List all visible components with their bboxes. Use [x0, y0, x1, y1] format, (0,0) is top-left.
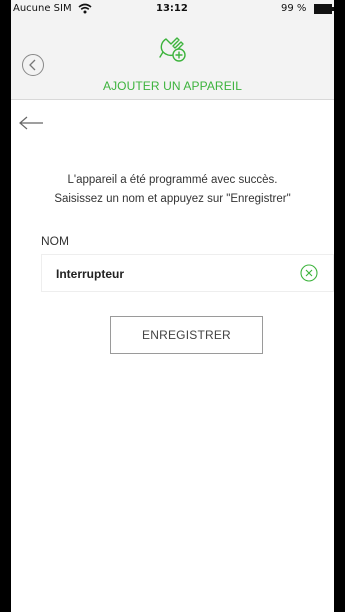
wifi-icon	[78, 3, 92, 14]
name-field-label: NOM	[41, 234, 69, 248]
chevron-left-icon	[29, 59, 36, 71]
header: Aucune SIM 13:12 99 % AJOUTER UN APPAREI…	[11, 0, 334, 100]
success-message-line1: L'appareil a été programmé avec succès.	[67, 174, 278, 186]
clear-circle-icon[interactable]	[300, 264, 318, 282]
screen-edge-right	[334, 0, 345, 612]
name-field-value[interactable]: Interrupteur	[56, 267, 124, 281]
save-button[interactable]: ENREGISTRER	[110, 316, 263, 354]
device-frame: Aucune SIM 13:12 99 % AJOUTER UN APPAREI…	[0, 0, 345, 612]
battery-percentage: 99 %	[281, 3, 307, 14]
screen-edge-left	[0, 0, 11, 612]
status-time: 13:12	[156, 3, 188, 14]
status-bar: Aucune SIM 13:12 99 %	[11, 0, 334, 18]
page-title: AJOUTER UN APPAREIL	[102, 79, 243, 93]
header-back-button[interactable]	[22, 54, 44, 76]
plug-add-icon	[159, 37, 186, 62]
carrier-label: Aucune SIM	[13, 3, 72, 14]
name-field[interactable]: Interrupteur	[41, 254, 334, 292]
success-message: L'appareil a été programmé avec succès. …	[11, 171, 334, 209]
app-screen: Aucune SIM 13:12 99 % AJOUTER UN APPAREI…	[11, 0, 334, 612]
arrow-left-icon[interactable]	[17, 115, 45, 131]
battery-icon	[314, 4, 334, 14]
success-message-line2: Saisissez un nom et appuyez sur "Enregis…	[54, 193, 291, 205]
